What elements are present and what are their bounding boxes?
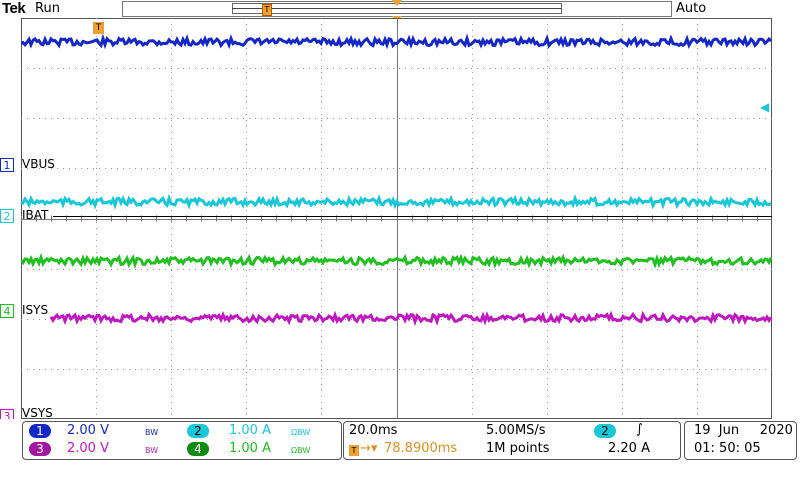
timebase-scale[interactable]: 20.0ms bbox=[349, 423, 397, 438]
date-time-panel: 19 Jun 2020 01: 50: 05 bbox=[684, 421, 797, 460]
ch4-label: ISYS bbox=[22, 303, 49, 317]
ch3-scale[interactable]: 2.00 V bbox=[67, 441, 109, 456]
trigger-level[interactable]: 2.20 A bbox=[608, 441, 650, 456]
ch1-badge[interactable]: 1 bbox=[29, 424, 51, 438]
ch2-badge[interactable]: 2 bbox=[187, 424, 209, 438]
ch2-bandwidth-icon: ΩBW bbox=[291, 428, 311, 437]
sample-rate: 5.00MS/s bbox=[486, 423, 546, 438]
waveform-display[interactable] bbox=[21, 18, 772, 419]
ch4-ground-marker[interactable]: 4 bbox=[0, 304, 14, 318]
record-view-line bbox=[232, 8, 562, 9]
ch1-scale[interactable]: 2.00 V bbox=[67, 423, 109, 438]
trigger-source-badge[interactable]: 2 bbox=[594, 424, 616, 438]
horizontal-delay[interactable]: 78.8900ms bbox=[384, 441, 457, 456]
trigger-level-arrow-icon[interactable]: ◀ bbox=[760, 100, 769, 114]
trigger-mode[interactable]: Auto bbox=[676, 1, 706, 16]
brand-logo: Tek bbox=[2, 0, 26, 17]
ch1-bandwidth-icon: BW bbox=[145, 428, 159, 437]
delay-arrow-icon: →▾ bbox=[360, 441, 378, 456]
time: 01: 50: 05 bbox=[694, 441, 761, 456]
ch3-label: VSYS bbox=[22, 406, 53, 420]
trigger-position-marker[interactable]: T bbox=[93, 22, 104, 34]
ch4-badge[interactable]: 4 bbox=[187, 442, 209, 456]
acquisition-state[interactable]: Run bbox=[35, 1, 60, 16]
channel-readout-panel[interactable]: 1 2.00 V BW 2 1.00 A ΩBW 3 2.00 V BW 4 1… bbox=[22, 421, 342, 460]
trigger-position-icon[interactable] bbox=[392, 0, 402, 6]
ch2-scale[interactable]: 1.00 A bbox=[229, 423, 271, 438]
ch2-ground-marker[interactable]: 2 bbox=[0, 209, 14, 223]
ch4-scale[interactable]: 1.00 A bbox=[229, 441, 271, 456]
record-trigger-marker: T bbox=[262, 4, 272, 16]
delay-t-icon: T bbox=[349, 445, 359, 456]
trigger-slope-icon[interactable]: ∫ bbox=[636, 422, 643, 437]
ch4-bandwidth-icon: ΩBW bbox=[291, 446, 311, 455]
record-length: 1M points bbox=[486, 441, 550, 456]
timebase-trigger-panel[interactable]: 20.0ms 5.00MS/s 2 ∫ T →▾ 78.8900ms 1M po… bbox=[343, 421, 681, 460]
ch2-label: IBAT bbox=[22, 208, 49, 222]
ch1-ground-marker[interactable]: 1 bbox=[0, 158, 14, 172]
ch3-bandwidth-icon: BW bbox=[145, 446, 159, 455]
date: 19 Jun 2020 bbox=[694, 423, 793, 438]
ch1-label: VBUS bbox=[22, 157, 55, 171]
ch3-badge[interactable]: 3 bbox=[29, 442, 51, 456]
